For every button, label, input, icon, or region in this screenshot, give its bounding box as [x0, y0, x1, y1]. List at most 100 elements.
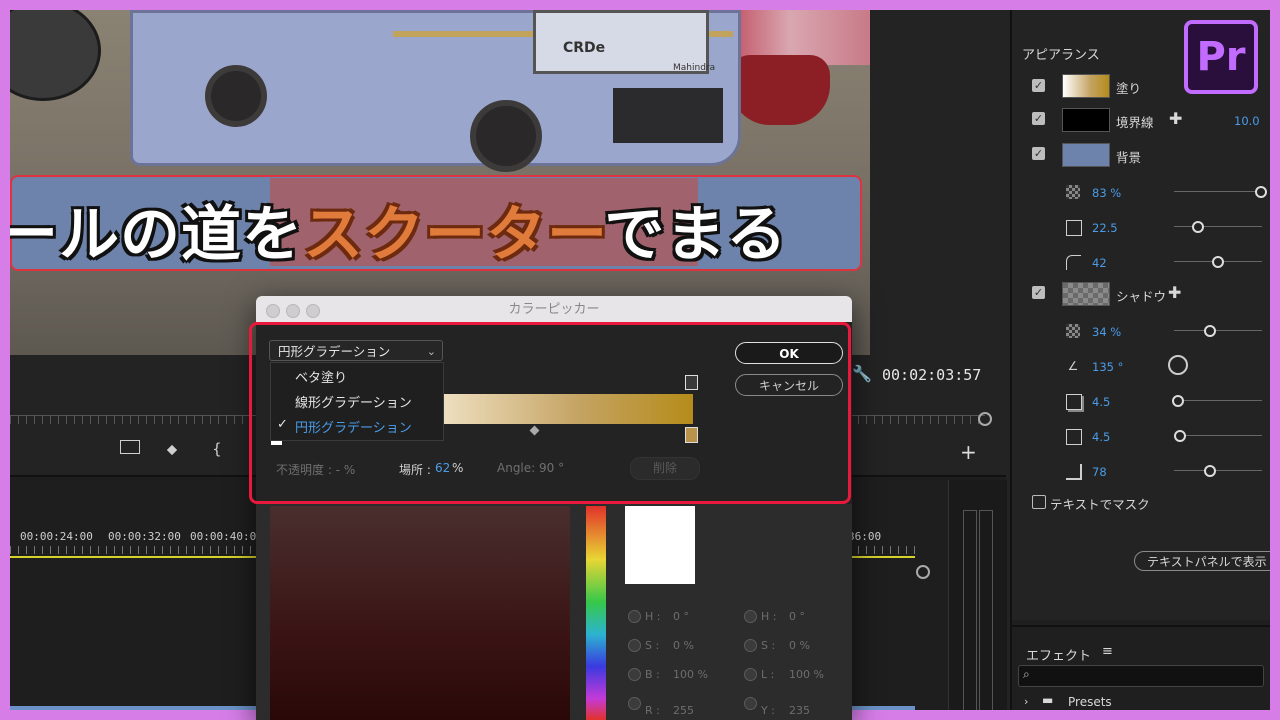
stroke-swatch[interactable] — [1062, 108, 1110, 132]
shadow-distance-value[interactable]: 4.5 — [1092, 395, 1110, 409]
marker-icon[interactable]: ⬥ — [167, 440, 178, 458]
bg-corner-knob[interactable] — [1212, 256, 1224, 268]
s-radio[interactable] — [628, 639, 641, 652]
scrubber-end-handle[interactable] — [978, 412, 992, 426]
shadow-angle-value[interactable]: 135 ° — [1092, 360, 1123, 374]
l-radio[interactable] — [744, 668, 757, 681]
fill-checkbox[interactable]: ✓ — [1032, 79, 1045, 92]
s2-value[interactable]: 0 % — [789, 639, 810, 652]
monitor-tools: ⬥ { — [120, 440, 222, 458]
h-value[interactable]: 0 ° — [673, 610, 689, 623]
shadow-size-slider[interactable] — [1174, 435, 1262, 436]
meter-right — [979, 510, 993, 710]
shadow-distance-knob[interactable] — [1172, 395, 1184, 407]
audio-meters — [948, 480, 1007, 710]
b-value[interactable]: 100 % — [673, 668, 708, 681]
bg-corner-value[interactable]: 42 — [1092, 256, 1107, 270]
shadow-opacity-value[interactable]: 34 % — [1092, 325, 1121, 339]
ruler-label: 00:00:24:00 — [20, 530, 93, 543]
title-right: でまる — [604, 200, 788, 270]
shadow-opacity-knob[interactable] — [1204, 325, 1216, 337]
h2-radio[interactable] — [744, 610, 757, 623]
angle-dial[interactable] — [1168, 355, 1188, 375]
l-label: L : — [761, 668, 775, 681]
shadow-distance-slider[interactable] — [1174, 400, 1262, 401]
close-button[interactable] — [266, 304, 280, 318]
title-highlight: スクーター — [303, 200, 605, 270]
shadow-opacity-slider[interactable] — [1174, 330, 1262, 331]
stroke-width-value[interactable]: 10.0 — [1234, 114, 1260, 128]
add-stroke-icon[interactable]: ✚ — [1169, 109, 1182, 128]
presets-item[interactable]: Presets — [1068, 695, 1112, 709]
shadow-opacity-icon — [1066, 324, 1080, 338]
background-swatch[interactable] — [1062, 143, 1110, 167]
r-value[interactable]: 255 — [673, 704, 694, 717]
bg-opacity-value[interactable]: 83 % — [1092, 186, 1121, 200]
hue-slider[interactable] — [586, 506, 606, 720]
bg-opacity-slider[interactable] — [1174, 191, 1262, 192]
side-mirror — [10, 10, 101, 101]
timecode[interactable]: 00:02:03:57 — [882, 366, 981, 384]
effects-panel: エフェクト ≡ ⌕ › ▬ Presets — [1012, 625, 1270, 710]
b-radio[interactable] — [628, 668, 641, 681]
title-text[interactable]: ールの道をスクーターでまる — [10, 186, 787, 273]
add-shadow-icon[interactable]: ✚ — [1168, 283, 1181, 302]
meter-left — [963, 510, 977, 710]
ruler-label: 00:00:40:00 — [190, 530, 263, 543]
appearance-title: アピアランス — [1022, 48, 1100, 63]
s-label: S : — [645, 639, 660, 652]
mark-in-icon[interactable]: { — [212, 440, 222, 458]
bg-size-knob[interactable] — [1192, 221, 1204, 233]
menu-icon[interactable]: ≡ — [1102, 644, 1113, 659]
minimize-button[interactable] — [286, 304, 300, 318]
s2-radio[interactable] — [744, 639, 757, 652]
h-radio[interactable] — [628, 610, 641, 623]
shadow-blur-value[interactable]: 78 — [1092, 465, 1107, 479]
bg-size-slider[interactable] — [1174, 226, 1262, 227]
chevron-right-icon[interactable]: › — [1024, 695, 1028, 708]
s2-label: S : — [761, 639, 776, 652]
stroke-checkbox[interactable]: ✓ — [1032, 112, 1045, 125]
shadow-blur-slider[interactable] — [1174, 470, 1262, 471]
shadow-blur-knob[interactable] — [1204, 465, 1216, 477]
distance-icon — [1066, 394, 1082, 410]
wrench-icon[interactable]: 🔧 — [852, 364, 872, 383]
bg-opacity-knob[interactable] — [1255, 186, 1267, 198]
bus-brand: Mahindra — [673, 63, 716, 73]
safe-margins-icon[interactable] — [120, 440, 140, 454]
shadow-swatch[interactable] — [1062, 282, 1110, 306]
appearance-section: アピアランス ✓ 塗り ✓ 境界線 ✚ 10.0 ✓ 背景 83 % 22.5 … — [1012, 10, 1270, 620]
y-radio[interactable] — [744, 697, 757, 710]
color-field[interactable] — [270, 506, 570, 720]
ruler-label: 36:00 — [848, 530, 882, 543]
angle-icon: ∠ — [1067, 359, 1079, 373]
timeline-scroll-handle[interactable] — [916, 565, 930, 579]
fill-label: 塗り — [1116, 81, 1142, 96]
background-label: 背景 — [1116, 150, 1142, 165]
mask-checkbox[interactable] — [1032, 495, 1046, 509]
r-radio[interactable] — [628, 697, 641, 710]
y-value[interactable]: 235 — [789, 704, 810, 717]
bus-wheel-front — [470, 100, 542, 172]
h2-value[interactable]: 0 ° — [789, 610, 805, 623]
essential-graphics-panel: アピアランス ✓ 塗り ✓ 境界線 ✚ 10.0 ✓ 背景 83 % 22.5 … — [1010, 10, 1270, 710]
fill-swatch[interactable] — [1062, 74, 1110, 98]
b-label: B : — [645, 668, 660, 681]
effects-title: エフェクト — [1026, 649, 1092, 664]
effects-search-input[interactable]: ⌕ — [1018, 665, 1264, 687]
l-value[interactable]: 100 % — [789, 668, 824, 681]
show-in-text-panel-button[interactable]: テキストパネルで表示 — [1134, 551, 1270, 571]
shadow-size-knob[interactable] — [1174, 430, 1186, 442]
search-icon: ⌕ — [1023, 667, 1030, 681]
color-preview — [625, 506, 695, 584]
annotation-highlight-box — [249, 322, 851, 504]
shadow-size-value[interactable]: 4.5 — [1092, 430, 1110, 444]
dialog-title: カラーピッカー — [256, 296, 852, 322]
bg-size-value[interactable]: 22.5 — [1092, 221, 1118, 235]
add-button-icon[interactable]: + — [960, 440, 977, 464]
zoom-button[interactable] — [306, 304, 320, 318]
y-label: Y : — [761, 704, 775, 717]
s-value[interactable]: 0 % — [673, 639, 694, 652]
shadow-checkbox[interactable]: ✓ — [1032, 286, 1045, 299]
background-checkbox[interactable]: ✓ — [1032, 147, 1045, 160]
